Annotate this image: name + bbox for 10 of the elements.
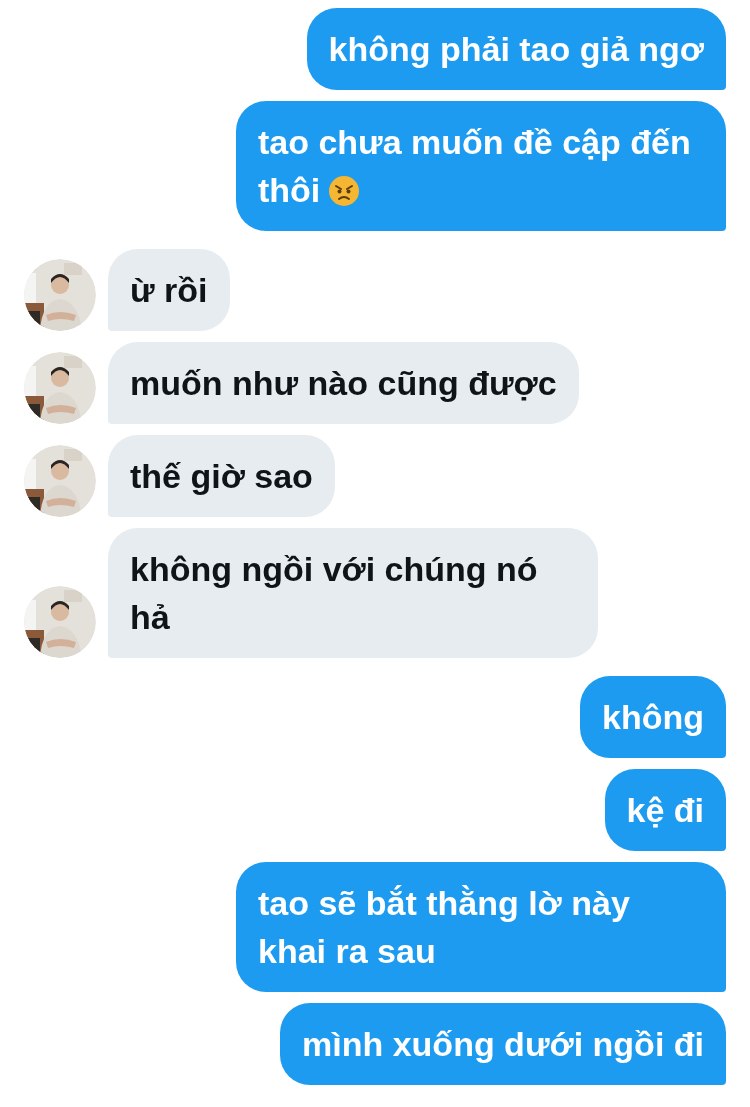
message-bubble: không ngồi với chúng nó hả: [108, 528, 598, 658]
message-bubble: thế giờ sao: [108, 435, 335, 517]
message-bubble: không: [580, 676, 726, 758]
message-bubble: kệ đi: [604, 769, 726, 851]
message-bubble: muốn như nào cũng được: [108, 342, 579, 424]
message-bubble: ừ rồi: [108, 249, 230, 331]
message-bubble: không phải tao giả ngơ: [306, 8, 726, 90]
message-bubble: tao sẽ bắt thằng lờ này khai ra sau: [236, 862, 726, 992]
message-bubble: tao chưa muốn đề cập đến thôi: [236, 101, 726, 231]
message-bubble: mình xuống dưới ngồi đi: [280, 1003, 726, 1085]
